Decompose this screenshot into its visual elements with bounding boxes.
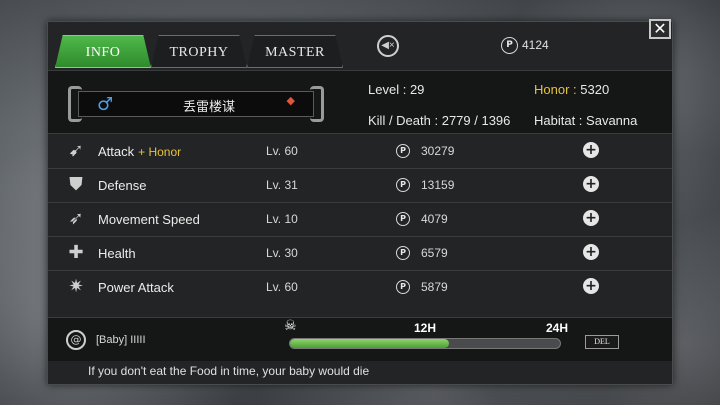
skull-crossbones-icon: ☠ [284, 318, 297, 334]
baby-status: [Baby] IIIII [96, 334, 146, 346]
health-cross-icon: ✚ [68, 242, 84, 263]
close-button[interactable]: ✕ [649, 19, 671, 39]
upgrade-cost: 5879 [421, 280, 448, 294]
coin-icon: P [396, 246, 410, 260]
stat-level: Lv. 31 [266, 178, 298, 192]
stat-row-attack: ➹ Attack + Honor Lv. 60 P 30279 + [48, 135, 672, 169]
stat-name: Movement Speed [98, 212, 200, 227]
tab-info[interactable]: INFO [55, 35, 151, 68]
level-label: Level : [368, 82, 407, 97]
upgrade-defense-button[interactable]: + [583, 176, 599, 192]
honor-stat: Honor : 5320 [534, 82, 609, 97]
habitat-stat: Habitat : Savanna [534, 113, 637, 128]
honor-label: Honor : [534, 82, 577, 97]
habitat-label: Habitat : [534, 113, 583, 128]
stat-level: Lv. 60 [266, 280, 298, 294]
honor-value: 5320 [580, 82, 610, 97]
baby-bars: IIIII [130, 334, 146, 346]
coin-icon: P [396, 178, 410, 192]
wing-icon: ➶ [68, 208, 84, 229]
tick-12h: 12H [414, 321, 437, 335]
upgrade-cost: 30279 [421, 144, 455, 158]
stat-level: Lv. 60 [266, 144, 298, 158]
level-stat: Level : 29 [368, 82, 424, 97]
points-coin-icon: P [501, 37, 518, 54]
claw-icon: ➹ [68, 140, 84, 161]
stat-level: Lv. 30 [266, 246, 298, 260]
baby-label: [Baby] [96, 334, 128, 346]
name-plate: ♂ 丢雷楼谋 ◆ [68, 86, 324, 122]
shield-icon: ⛊ [69, 174, 83, 195]
stat-row-power-attack: ✷ Power Attack Lv. 60 P 5879 + [48, 271, 672, 305]
coin-icon: P [396, 280, 410, 294]
stat-name: Defense [98, 178, 147, 193]
player-name: 丢雷楼谋 [182, 100, 235, 115]
name-field: ♂ 丢雷楼谋 ◆ [78, 91, 314, 117]
habitat-value: Savanna [586, 113, 638, 128]
upgrade-cost: 4079 [421, 212, 448, 226]
stat-name: Power Attack [98, 280, 174, 295]
stat-row-movement-speed: ➶ Movement Speed Lv. 10 P 4079 + [48, 203, 672, 237]
level-value: 29 [409, 82, 425, 97]
speaker-mute-icon[interactable]: ◀× [377, 35, 399, 57]
honor-bonus-label: + Honor [138, 145, 182, 159]
stat-level: Lv. 10 [266, 212, 298, 226]
baby-spiral-icon: @ [66, 330, 86, 350]
burst-icon: ✷ [68, 276, 84, 297]
tab-master[interactable]: MASTER [247, 35, 343, 68]
coin-icon: P [396, 212, 410, 226]
stat-row-defense: ⛊ Defense Lv. 31 P 13159 + [48, 169, 672, 203]
food-warning-hint: If you don't eat the Food in time, your … [88, 364, 370, 378]
stat-name: Attack + Honor [98, 144, 182, 159]
kill-death-stat: Kill / Death : 2779 / 1396 [368, 113, 510, 128]
upgrade-power-attack-button[interactable]: + [583, 278, 599, 294]
food-timer-fill [290, 339, 450, 348]
upgrade-health-button[interactable]: + [583, 244, 599, 260]
coin-icon: P [396, 144, 410, 158]
upgrade-attack-button[interactable]: + [583, 142, 599, 158]
stat-name: Health [98, 246, 136, 261]
upgrade-cost: 6579 [421, 246, 448, 260]
upgrade-movement-speed-button[interactable]: + [583, 210, 599, 226]
male-gender-icon: ♂ [97, 94, 114, 115]
upgrade-cost: 13159 [421, 178, 455, 192]
rank-chevron-icon: ◆ [286, 94, 295, 107]
stat-row-health: ✚ Health Lv. 30 P 6579 + [48, 237, 672, 271]
kill-death-label: Kill / Death : [368, 113, 439, 128]
delete-baby-button[interactable]: DEL [585, 335, 619, 349]
points-balance: 4124 [522, 38, 549, 52]
kill-death-value: 2779 / 1396 [441, 113, 511, 128]
food-timer-bar [289, 338, 561, 349]
tick-24h: 24H [546, 321, 569, 335]
tab-trophy[interactable]: TROPHY [151, 35, 247, 68]
